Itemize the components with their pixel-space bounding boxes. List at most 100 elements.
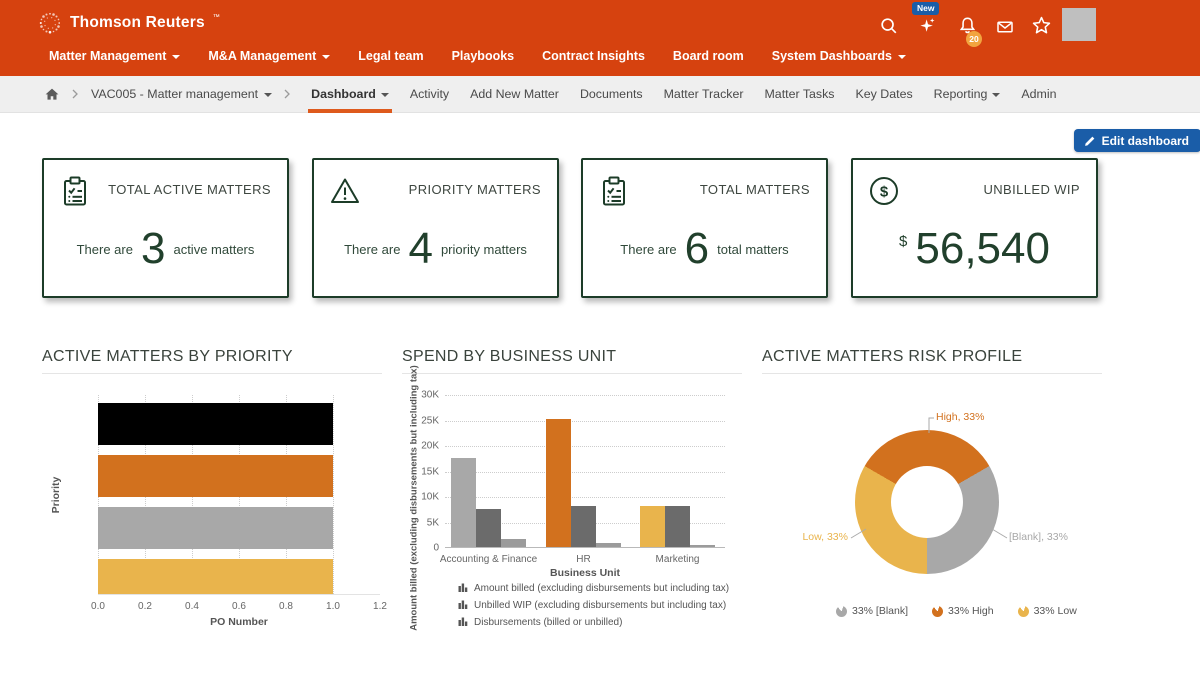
tab-matter-tasks[interactable]: Matter Tasks <box>764 76 834 113</box>
bar-row-high: High <box>98 455 380 497</box>
legend-label: 33% High <box>948 605 994 617</box>
kpi-suffix-text: priority matters <box>441 242 527 257</box>
kpi-value: 56,540 <box>915 227 1050 271</box>
y-tick-label: 0 <box>411 543 439 554</box>
favorites-button[interactable] <box>1030 14 1052 36</box>
y-tick-label: 20K <box>411 441 439 452</box>
bar-marketing-unbilled-1[interactable] <box>665 506 690 547</box>
divider <box>402 373 742 374</box>
kpi-suffix-text: total matters <box>717 242 789 257</box>
y-tick-label: 30K <box>411 390 439 401</box>
tab-reporting[interactable]: Reporting <box>934 76 1001 113</box>
bar-hr-disbursements-2[interactable] <box>596 543 621 547</box>
x-tick-label: 1.2 <box>373 601 387 612</box>
legend-item-33-high: 33% High <box>932 605 994 617</box>
tab-dashboard[interactable]: Dashboard <box>311 76 389 113</box>
tab-matter-tracker[interactable]: Matter Tracker <box>664 76 744 113</box>
bar-low[interactable] <box>98 507 333 549</box>
bar-hr-amount-0[interactable] <box>546 419 571 547</box>
y-tick-label: 15K <box>411 466 439 477</box>
matter-selector[interactable]: VAC005 - Matter management <box>91 87 272 101</box>
donut-chart[interactable] <box>855 430 999 574</box>
edit-dashboard-button[interactable]: Edit dashboard <box>1074 129 1200 152</box>
bar-blank[interactable] <box>98 403 333 445</box>
dashboard-content: Edit dashboard TOTAL ACTIVE MATTERSThere… <box>0 113 1200 676</box>
kpi-prefix-text: There are <box>620 242 676 257</box>
tab-admin[interactable]: Admin <box>1021 76 1056 113</box>
bar-accounting-finance-disbursements-2[interactable] <box>501 539 526 547</box>
slice-callout-low: Low, 33% <box>802 531 848 543</box>
nav-item-m-a-management[interactable]: M&A Management <box>208 49 330 63</box>
legend-item: Disbursements (billed or unbilled) <box>458 616 729 629</box>
tab-add-new-matter[interactable]: Add New Matter <box>470 76 559 113</box>
x-tick-label: 0.8 <box>279 601 293 612</box>
nav-item-board-room[interactable]: Board room <box>673 49 744 63</box>
kpi-card-priority-matters[interactable]: PRIORITY MATTERSThere are4priority matte… <box>312 158 559 298</box>
bar-marketing-disbursements-2[interactable] <box>690 545 715 547</box>
chevron-right-icon <box>284 89 291 99</box>
breadcrumb-bar: VAC005 - Matter management Dashboard Acti… <box>0 76 1200 113</box>
brand-name: Thomson Reuters <box>70 11 205 35</box>
nav-item-playbooks[interactable]: Playbooks <box>452 49 515 63</box>
bar-accounting-finance-amount-0[interactable] <box>451 458 476 547</box>
bar-high[interactable] <box>98 455 333 497</box>
column-chart-icon <box>458 599 468 612</box>
new-feature-badge: New <box>912 2 939 15</box>
dollar-circle-icon: $ <box>867 174 901 213</box>
messages-button[interactable] <box>994 16 1016 38</box>
donut-hole <box>891 466 963 538</box>
search-button[interactable] <box>878 15 900 37</box>
nav-item-legal-team[interactable]: Legal team <box>358 49 423 63</box>
svg-text:$: $ <box>880 184 889 201</box>
y-axis-label: Priority <box>50 477 62 514</box>
divider <box>762 373 1102 374</box>
legend-label: 33% [Blank] <box>852 605 908 617</box>
tab-activity[interactable]: Activity <box>410 76 449 113</box>
home-breadcrumb[interactable] <box>44 87 60 101</box>
kpi-card-value-line: $56,540 <box>853 218 1096 280</box>
pie-icon <box>932 606 943 617</box>
chart-spend-by-business-unit: SPEND BY BUSINESS UNIT Amount billed (ex… <box>402 348 742 676</box>
nav-item-system-dashboards[interactable]: System Dashboards <box>772 49 906 63</box>
bar-row-blank: [Blank] <box>98 403 380 445</box>
legend-item: Unbilled WIP (excluding disbursements bu… <box>458 599 729 612</box>
ai-assistant-button[interactable] <box>916 15 938 37</box>
user-avatar[interactable] <box>1062 8 1096 41</box>
nav-item-contract-insights[interactable]: Contract Insights <box>542 49 645 63</box>
x-tick-label: 1.0 <box>326 601 340 612</box>
kpi-card-value-line: There are 6 total matters <box>583 218 826 280</box>
kpi-card-unbilled-wip[interactable]: $ UNBILLED WIP$56,540 <box>851 158 1098 298</box>
chart-title: ACTIVE MATTERS BY PRIORITY <box>42 348 382 366</box>
search-icon <box>880 17 898 35</box>
kpi-card-total-matters[interactable]: TOTAL MATTERSThere are6total matters <box>581 158 828 298</box>
tab-label: Activity <box>410 87 449 101</box>
bar-medium[interactable] <box>98 559 333 595</box>
x-tick-label: 0.0 <box>91 601 105 612</box>
chevron-down-icon <box>898 55 906 59</box>
matter-tabs: Dashboard Activity Add New Matter Documents… <box>311 76 1056 113</box>
nav-item-label: Playbooks <box>452 49 515 63</box>
main-nav: Matter Management M&A Management Legal tea… <box>49 49 906 63</box>
kpi-card-value-line: There are3active matters <box>44 218 287 280</box>
bar-accounting-finance-unbilled-1[interactable] <box>476 509 501 547</box>
tab-key-dates[interactable]: Key Dates <box>856 76 913 113</box>
category-label: Accounting & Finance <box>440 554 537 565</box>
tab-documents[interactable]: Documents <box>580 76 643 113</box>
column-plot-area: 05K10K15K20K25K30K <box>445 395 725 548</box>
nav-item-matter-management[interactable]: Matter Management <box>49 49 180 63</box>
tab-label: Key Dates <box>856 87 913 101</box>
bar-hr-unbilled-1[interactable] <box>571 506 596 547</box>
thomson-reuters-logo[interactable]: Thomson Reuters ™ <box>38 11 220 35</box>
bar-marketing-amount-0[interactable] <box>640 506 665 547</box>
currency-symbol: $ <box>899 233 907 250</box>
nav-item-label: Legal team <box>358 49 423 63</box>
category-label: Marketing <box>656 554 700 565</box>
y-tick-label: 25K <box>411 415 439 426</box>
bar-row-medium: Medium <box>98 559 380 595</box>
nav-item-label: System Dashboards <box>772 49 892 63</box>
nav-item-label: Matter Management <box>49 49 166 63</box>
kpi-card-total-active-matters[interactable]: TOTAL ACTIVE MATTERSThere are3active mat… <box>42 158 289 298</box>
kpi-value: 4 <box>408 227 432 271</box>
kpi-value: 6 <box>685 227 709 271</box>
chart-title: SPEND BY BUSINESS UNIT <box>402 348 742 366</box>
